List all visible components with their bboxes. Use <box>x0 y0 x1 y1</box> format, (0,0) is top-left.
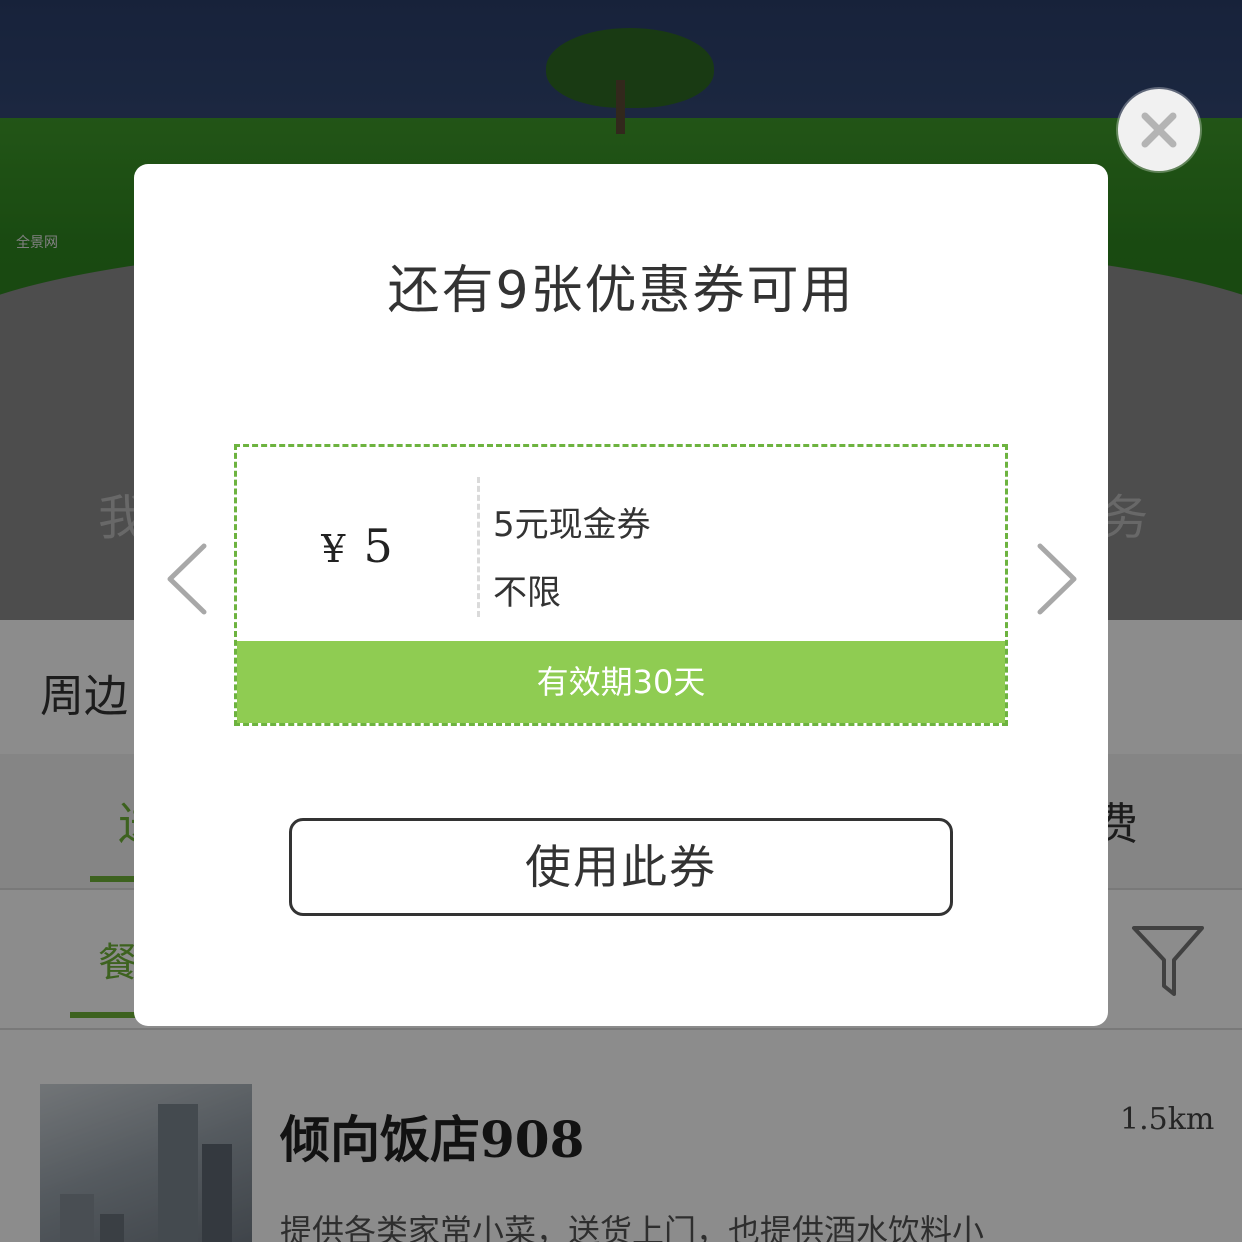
modal-title: 还有9张优惠券可用 <box>387 261 855 321</box>
coupon-card[interactable]: ¥5 5元现金券 不限 有效期30天 <box>234 444 1008 726</box>
use-coupon-button[interactable]: 使用此券 <box>289 818 953 916</box>
currency-symbol: ¥ <box>321 527 346 571</box>
coupon-modal: 还有9张优惠券可用 ¥5 5元现金券 不限 有效期30天 使用此券 <box>134 164 1108 1026</box>
chevron-left-icon[interactable] <box>164 542 214 616</box>
coupon-scope: 不限 <box>493 573 561 613</box>
coupon-value: 5 <box>363 519 393 573</box>
coupon-divider <box>477 477 480 617</box>
page: 全景网 我 务 周边 送 费 餐 倾向饭店908 1.5km 提供各类家常小菜，… <box>0 0 1242 1242</box>
close-button[interactable] <box>1118 89 1200 171</box>
coupon-amount: ¥5 <box>237 519 477 573</box>
chevron-right-icon[interactable] <box>1030 542 1080 616</box>
coupon-name: 5元现金券 <box>493 505 651 545</box>
coupon-validity: 有效期30天 <box>237 641 1005 723</box>
close-icon <box>1141 112 1177 148</box>
